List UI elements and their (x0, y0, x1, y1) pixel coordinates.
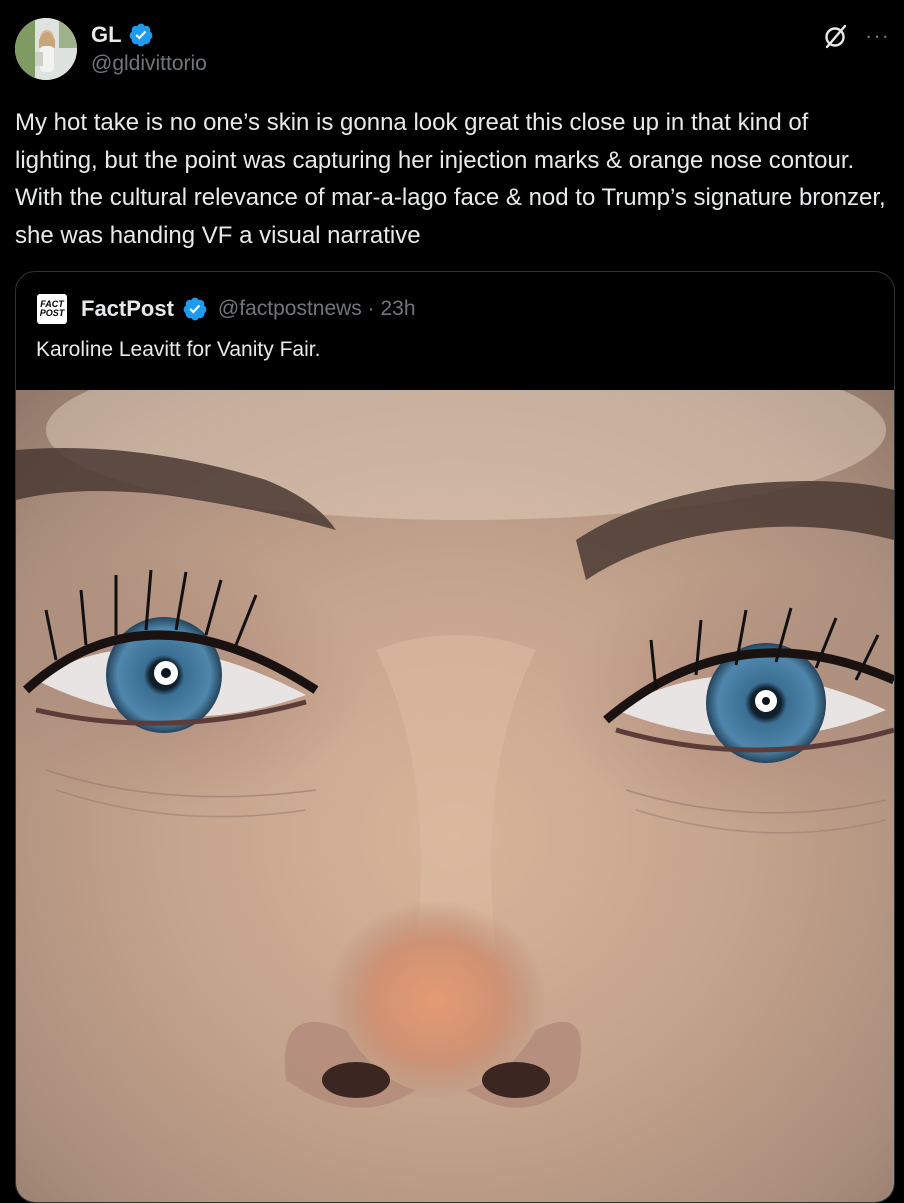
factpost-logo-line2: POST (39, 308, 65, 318)
verified-badge-icon (129, 23, 152, 47)
quoted-verified-badge-icon (183, 297, 207, 321)
author-name-row: GL (91, 22, 154, 48)
factpost-logo-avatar[interactable]: FACT POST (37, 294, 67, 324)
author-avatar[interactable] (15, 18, 77, 80)
author-display-name[interactable]: GL (91, 22, 122, 48)
post-text: My hot take is no one’s skin is gonna lo… (15, 109, 886, 249)
quoted-post-header: FACT POST FactPost @factpostnews · 23h (37, 294, 416, 324)
quoted-post-text: Karoline Leavitt for Vanity Fair. (36, 338, 321, 361)
quoted-post-card[interactable]: FACT POST FactPost @factpostnews · 23h K… (15, 271, 895, 1203)
grok-slash-icon[interactable] (821, 22, 849, 50)
quoted-display-name[interactable]: FactPost (81, 296, 174, 322)
author-handle[interactable]: @gldivittorio (91, 52, 207, 76)
top-actions: ··· (821, 22, 890, 50)
more-options-icon[interactable]: ··· (865, 25, 890, 47)
post-container: GL @gldivittorio ··· My hot take is no o… (0, 0, 904, 1203)
quoted-handle-and-time[interactable]: @factpostnews · 23h (218, 297, 416, 321)
quoted-media-photo[interactable] (16, 390, 894, 1202)
